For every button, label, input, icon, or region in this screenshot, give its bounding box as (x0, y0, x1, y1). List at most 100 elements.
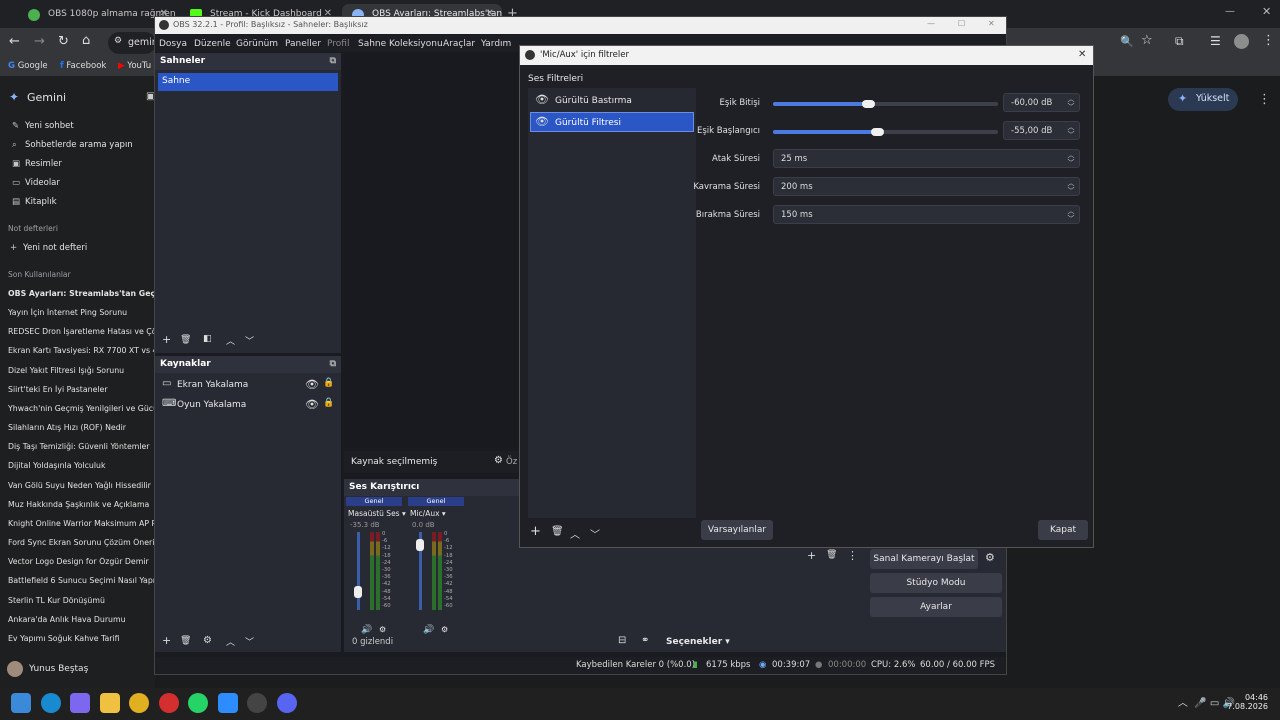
trash-icon[interactable]: 🗑 (180, 636, 191, 646)
source-item[interactable]: ▭ Ekran Yakalama 👁 🔒 (161, 377, 337, 395)
slider-handle[interactable] (861, 100, 875, 108)
edge-icon[interactable] (41, 693, 61, 713)
preview-area[interactable] (344, 53, 520, 448)
eye-icon[interactable]: 👁 (535, 115, 549, 128)
channel-name-dropdown[interactable]: Mic/Aux ▾ (410, 509, 446, 518)
reload-icon[interactable]: ↻ (58, 34, 69, 49)
options-menu[interactable]: Seçenekler ▾ (666, 637, 730, 647)
recent-chat-item[interactable]: Vector Logo Design for Özgür Demir (8, 557, 155, 566)
bookmark-facebook[interactable]: f Facebook (60, 61, 106, 71)
clock[interactable]: 04:46 7.08.2026 (1222, 693, 1268, 711)
eye-icon[interactable]: 👁 (305, 378, 319, 391)
recent-chat-item[interactable]: OBS Ayarları: Streamlabs'tan Geçiş Re... (8, 289, 155, 298)
close-window-icon[interactable]: ✕ (1262, 5, 1271, 18)
undock-icon[interactable]: ⧉ (330, 359, 336, 369)
move-down-icon[interactable]: ﹀ (590, 526, 600, 541)
opera-icon[interactable] (159, 693, 179, 713)
browser-tab[interactable]: OBS 1080p almama rağmen 7... ✕ (18, 4, 176, 28)
extensions-icon[interactable]: ⧉ (1175, 34, 1184, 49)
gemini-title[interactable]: Gemini (27, 91, 66, 104)
menu-scene-collection[interactable]: Sahne Koleksiyonu (358, 39, 443, 49)
library-button[interactable]: ▤ Kitaplık (12, 197, 57, 207)
trash-icon[interactable]: 🗑 (180, 335, 191, 345)
undock-icon[interactable]: ⧉ (330, 56, 336, 66)
user-name[interactable]: Yunus Beştaş (29, 664, 88, 674)
channel-gear-icon[interactable]: ⚙ (441, 625, 448, 634)
filter-icon[interactable]: ◧ (203, 334, 212, 344)
move-down-icon[interactable]: ﹀ (245, 635, 254, 648)
maximize-icon[interactable]: ☐ (958, 19, 965, 28)
recent-chat-item[interactable]: Van Gölü Suyu Neden Yağlı Hissedilir (8, 481, 155, 490)
attack-time-input[interactable]: 25 ms ︿ ﹀ (773, 149, 1080, 168)
move-up-icon[interactable]: ︿ (226, 334, 235, 347)
windows-start-icon[interactable] (11, 693, 31, 713)
speaker-icon[interactable]: 🔊 (361, 625, 372, 635)
lock-icon[interactable]: 🔒 (323, 378, 334, 388)
more-options-icon[interactable]: ⋮ (1258, 92, 1271, 107)
bookmark-youtube[interactable]: ▶ YouTu (118, 61, 151, 71)
new-note-button[interactable]: + Yeni not defteri (10, 243, 87, 253)
bookmark-star-icon[interactable]: ☆ (1141, 33, 1153, 48)
recent-chat-item[interactable]: Muz Hakkında Şaşkınlık ve Açıklama (8, 500, 155, 509)
release-time-input[interactable]: 150 ms ︿ ﹀ (773, 205, 1080, 224)
eye-icon[interactable]: 👁 (535, 93, 549, 106)
studio-mode-button[interactable]: Stüdyo Modu (870, 573, 1002, 593)
spin-up-icon[interactable]: ︿ (1066, 123, 1076, 131)
gear-icon[interactable]: ⚙ (985, 551, 995, 564)
move-down-icon[interactable]: ﹀ (245, 334, 254, 347)
spin-down-icon[interactable]: ﹀ (1066, 187, 1076, 195)
videos-button[interactable]: ▭ Videolar (12, 178, 60, 188)
move-up-icon[interactable]: ︿ (226, 635, 235, 648)
properties-label[interactable]: Öz (506, 457, 517, 467)
eye-icon[interactable]: 👁 (305, 398, 319, 411)
close-icon[interactable]: ✕ (988, 19, 995, 28)
filter-item[interactable]: 👁 Gürültü Bastırma (530, 90, 694, 110)
search-chats-button[interactable]: ⌕ Sohbetlerde arama yapın (12, 140, 133, 150)
recent-chat-item[interactable]: Diş Taşı Temizliği: Güvenli Yöntemler (8, 442, 155, 451)
recent-chat-item[interactable]: REDSEC Dron İşaretleme Hatası ve Çöz... (8, 327, 155, 336)
chrome-icon[interactable] (129, 693, 149, 713)
avatar[interactable] (7, 661, 23, 677)
back-icon[interactable]: ← (9, 34, 20, 49)
recent-chat-item[interactable]: Silahların Atış Hızı (ROF) Nedir (8, 423, 155, 432)
menu-tools[interactable]: Araçlar (443, 39, 475, 49)
forward-icon[interactable]: → (34, 34, 45, 49)
recent-chat-item[interactable]: Battlefield 6 Sunucu Seçimi Nasıl Yapılı… (8, 576, 155, 585)
recent-chat-item[interactable]: Sterlin TL Kur Dönüşümü (8, 596, 155, 605)
reading-list-icon[interactable]: ☰ (1210, 34, 1221, 48)
menu-help[interactable]: Yardım (481, 39, 511, 49)
menu-file[interactable]: Dosya (159, 39, 187, 49)
file-explorer-icon[interactable] (100, 693, 120, 713)
threshold-end-slider[interactable] (773, 100, 998, 108)
images-button[interactable]: ▣ Resimler (12, 159, 62, 169)
source-item[interactable]: ⌨ Oyun Yakalama 👁 🔒 (161, 397, 337, 415)
gear-icon[interactable]: ⚙ (494, 455, 503, 466)
spin-up-icon[interactable]: ︿ (1066, 179, 1076, 187)
minimize-icon[interactable]: — (1225, 6, 1235, 17)
channel-gear-icon[interactable]: ⚙ (379, 625, 386, 634)
copilot-icon[interactable] (70, 693, 90, 713)
add-icon[interactable]: + (807, 549, 816, 562)
trash-icon[interactable]: 🗑 (826, 550, 837, 560)
close-button[interactable]: Kapat (1038, 520, 1088, 540)
new-chat-button[interactable]: ✎ Yeni sohbet (12, 121, 74, 131)
recent-chat-item[interactable]: Ankara'da Anlık Hava Durumu (8, 615, 155, 624)
layout-icon[interactable]: ⊟ (618, 635, 626, 646)
add-icon[interactable]: + (162, 333, 171, 346)
channel-name-dropdown[interactable]: Masaüstü Ses ▾ (348, 509, 406, 518)
slider-handle[interactable] (870, 128, 884, 136)
move-up-icon[interactable]: ︿ (570, 526, 580, 541)
upgrade-button[interactable]: ✦ Yükselt (1168, 88, 1238, 111)
recent-chat-item[interactable]: Ekran Kartı Tavsiyesi: RX 7700 XT vs 406… (8, 346, 155, 355)
recent-chat-item[interactable]: Yayın İçin İnternet Ping Sorunu (8, 308, 155, 317)
recent-chat-item[interactable]: Ev Yapımı Soğuk Kahve Tarifi (8, 634, 155, 643)
menu-view[interactable]: Görünüm (236, 39, 278, 49)
speaker-icon[interactable]: 🔊 (423, 625, 434, 635)
spin-up-icon[interactable]: ︿ (1066, 151, 1076, 159)
recent-chat-item[interactable]: Yhwach'nin Geçmiş Yenilgileri ve Gücü (8, 404, 155, 413)
close-icon[interactable]: ✕ (1078, 49, 1086, 60)
threshold-end-input[interactable]: -60,00 dB ︿ ﹀ (1003, 93, 1080, 112)
menu-edit[interactable]: Düzenle (194, 39, 231, 49)
spin-down-icon[interactable]: ﹀ (1066, 103, 1076, 111)
filter-item-selected[interactable]: 👁 Gürültü Filtresi (530, 112, 694, 132)
